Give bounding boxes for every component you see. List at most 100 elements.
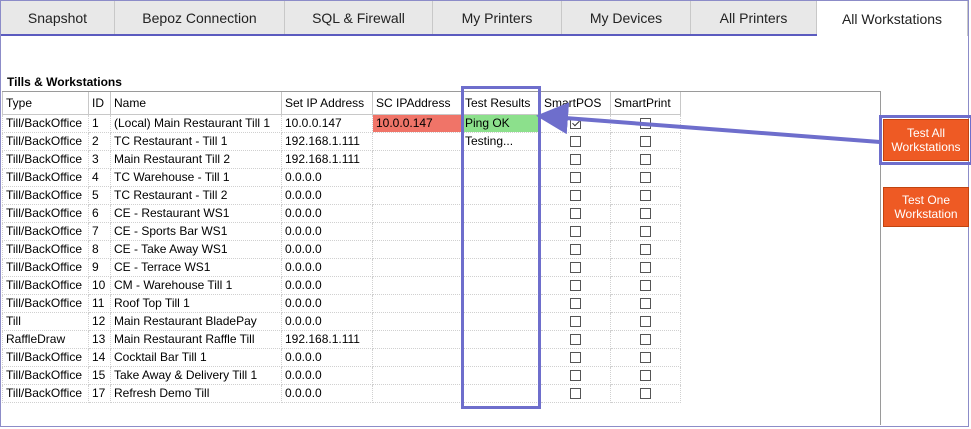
- table-row[interactable]: Till/BackOffice 11 Roof Top Till 1 0.0.0.0: [2, 294, 681, 313]
- cell-name: CE - Restaurant WS1: [110, 204, 282, 223]
- cell-type: Till/BackOffice: [2, 348, 89, 367]
- table-row[interactable]: Till/BackOffice 10 CM - Warehouse Till 1 0.…: [2, 276, 681, 295]
- table-row[interactable]: Till/BackOffice 7 CE - Sports Bar WS1 0.0.0…: [2, 222, 681, 241]
- cell-type: Till/BackOffice: [2, 186, 89, 205]
- cell-id: 10: [88, 276, 111, 295]
- cell-smartpos: [540, 114, 611, 133]
- column-header-smartprint[interactable]: SmartPrint: [610, 92, 681, 115]
- table-row[interactable]: Till/BackOffice 3 Main Restaurant Till 2 19…: [2, 150, 681, 169]
- smartprint-checkbox[interactable]: [640, 262, 651, 274]
- smartprint-checkbox[interactable]: [640, 280, 651, 292]
- smartpos-checkbox[interactable]: [570, 154, 581, 166]
- cell-smartprint: [610, 132, 681, 151]
- cell-smartprint: [610, 384, 681, 403]
- cell-type: Till/BackOffice: [2, 168, 89, 187]
- column-header-test-results[interactable]: Test Results: [461, 92, 541, 115]
- cell-sc-ip: 10.0.0.147: [372, 114, 462, 133]
- tab-all-workstations[interactable]: All Workstations: [817, 1, 968, 36]
- column-header-smartpos[interactable]: SmartPOS: [540, 92, 611, 115]
- smartprint-checkbox[interactable]: [640, 370, 651, 382]
- table-row[interactable]: RaffleDraw 13 Main Restaurant Raffle Till 1…: [2, 330, 681, 349]
- tab-snapshot[interactable]: Snapshot: [1, 1, 115, 34]
- smartpos-checkbox[interactable]: [570, 208, 581, 220]
- smartprint-checkbox[interactable]: [640, 172, 651, 184]
- smartprint-checkbox[interactable]: [640, 352, 651, 364]
- smartprint-checkbox[interactable]: [640, 118, 651, 130]
- table-row[interactable]: Till/BackOffice 17 Refresh Demo Till 0.0.0.…: [2, 384, 681, 403]
- cell-sc-ip: [372, 204, 462, 223]
- smartprint-checkbox[interactable]: [640, 154, 651, 166]
- test-all-workstations-button[interactable]: Test All Workstations: [879, 115, 971, 165]
- column-header-id[interactable]: ID: [88, 92, 111, 115]
- cell-test-result: [461, 348, 541, 367]
- smartprint-checkbox[interactable]: [640, 190, 651, 202]
- column-header-sc-ipaddress[interactable]: SC IPAddress: [372, 92, 462, 115]
- table-row[interactable]: Till/BackOffice 6 CE - Restaurant WS1 0.0.0…: [2, 204, 681, 223]
- tab-all-printers[interactable]: All Printers: [691, 1, 817, 34]
- column-header-set-ip-address[interactable]: Set IP Address: [281, 92, 373, 115]
- cell-set-ip: 0.0.0.0: [281, 222, 373, 241]
- cell-type: Till/BackOffice: [2, 114, 89, 133]
- cell-set-ip: 0.0.0.0: [281, 294, 373, 313]
- cell-sc-ip: [372, 258, 462, 277]
- smartprint-checkbox[interactable]: [640, 136, 651, 148]
- smartpos-checkbox[interactable]: [570, 172, 581, 184]
- tab-my-devices[interactable]: My Devices: [562, 1, 691, 34]
- smartpos-checkbox[interactable]: [570, 316, 581, 328]
- cell-id: 7: [88, 222, 111, 241]
- cell-set-ip: 0.0.0.0: [281, 258, 373, 277]
- smartpos-checkbox[interactable]: [570, 118, 581, 130]
- smartpos-checkbox[interactable]: [570, 370, 581, 382]
- cell-type: Till/BackOffice: [2, 150, 89, 169]
- cell-set-ip: 0.0.0.0: [281, 168, 373, 187]
- smartprint-checkbox[interactable]: [640, 388, 651, 400]
- smartpos-checkbox[interactable]: [570, 244, 581, 256]
- smartpos-checkbox[interactable]: [570, 388, 581, 400]
- cell-name: Roof Top Till 1: [110, 294, 282, 313]
- table-row[interactable]: Till/BackOffice 15 Take Away & Delivery Ti…: [2, 366, 681, 385]
- tab-bepoz-connection[interactable]: Bepoz Connection: [115, 1, 285, 34]
- cell-test-result: [461, 258, 541, 277]
- cell-smartprint: [610, 186, 681, 205]
- table-row[interactable]: Till/BackOffice 14 Cocktail Bar Till 1 0.0.…: [2, 348, 681, 367]
- cell-type: Till/BackOffice: [2, 222, 89, 241]
- tab-sql-firewall[interactable]: SQL & Firewall: [285, 1, 433, 34]
- smartpos-checkbox[interactable]: [570, 298, 581, 310]
- table-row[interactable]: Till 12 Main Restaurant BladePay 0.0.0.0: [2, 312, 681, 331]
- table-row[interactable]: Till/BackOffice 4 TC Warehouse - Till 1 0.0…: [2, 168, 681, 187]
- cell-id: 1: [88, 114, 111, 133]
- smartpos-checkbox[interactable]: [570, 334, 581, 346]
- table-row[interactable]: Till/BackOffice 9 CE - Terrace WS1 0.0.0.0: [2, 258, 681, 277]
- smartprint-checkbox[interactable]: [640, 298, 651, 310]
- smartprint-checkbox[interactable]: [640, 208, 651, 220]
- cell-smartpos: [540, 366, 611, 385]
- table-row[interactable]: Till/BackOffice 8 CE - Take Away WS1 0.0.0.…: [2, 240, 681, 259]
- column-header-type[interactable]: Type: [2, 92, 89, 115]
- tab-my-printers[interactable]: My Printers: [433, 1, 562, 34]
- smartpos-checkbox[interactable]: [570, 352, 581, 364]
- smartpos-checkbox[interactable]: [570, 262, 581, 274]
- cell-sc-ip: [372, 186, 462, 205]
- table-row[interactable]: Till/BackOffice 1 (Local) Main Restaurant …: [2, 114, 681, 133]
- smartprint-checkbox[interactable]: [640, 244, 651, 256]
- smartprint-checkbox[interactable]: [640, 334, 651, 346]
- smartpos-checkbox[interactable]: [570, 136, 581, 148]
- cell-id: 11: [88, 294, 111, 313]
- smartpos-checkbox[interactable]: [570, 226, 581, 238]
- column-header-name[interactable]: Name: [110, 92, 282, 115]
- smartpos-checkbox[interactable]: [570, 280, 581, 292]
- cell-smartprint: [610, 204, 681, 223]
- cell-name: TC Restaurant - Till 1: [110, 132, 282, 151]
- table-row[interactable]: Till/BackOffice 2 TC Restaurant - Till 1 19…: [2, 132, 681, 151]
- smartprint-checkbox[interactable]: [640, 316, 651, 328]
- cell-sc-ip: [372, 240, 462, 259]
- smartprint-checkbox[interactable]: [640, 226, 651, 238]
- cell-smartpos: [540, 222, 611, 241]
- table-row[interactable]: Till/BackOffice 5 TC Restaurant - Till 2 0.…: [2, 186, 681, 205]
- cell-sc-ip: [372, 168, 462, 187]
- smartpos-checkbox[interactable]: [570, 190, 581, 202]
- cell-sc-ip: [372, 348, 462, 367]
- cell-smartprint: [610, 294, 681, 313]
- cell-sc-ip: [372, 132, 462, 151]
- test-one-workstation-button[interactable]: Test One Workstation: [883, 187, 969, 227]
